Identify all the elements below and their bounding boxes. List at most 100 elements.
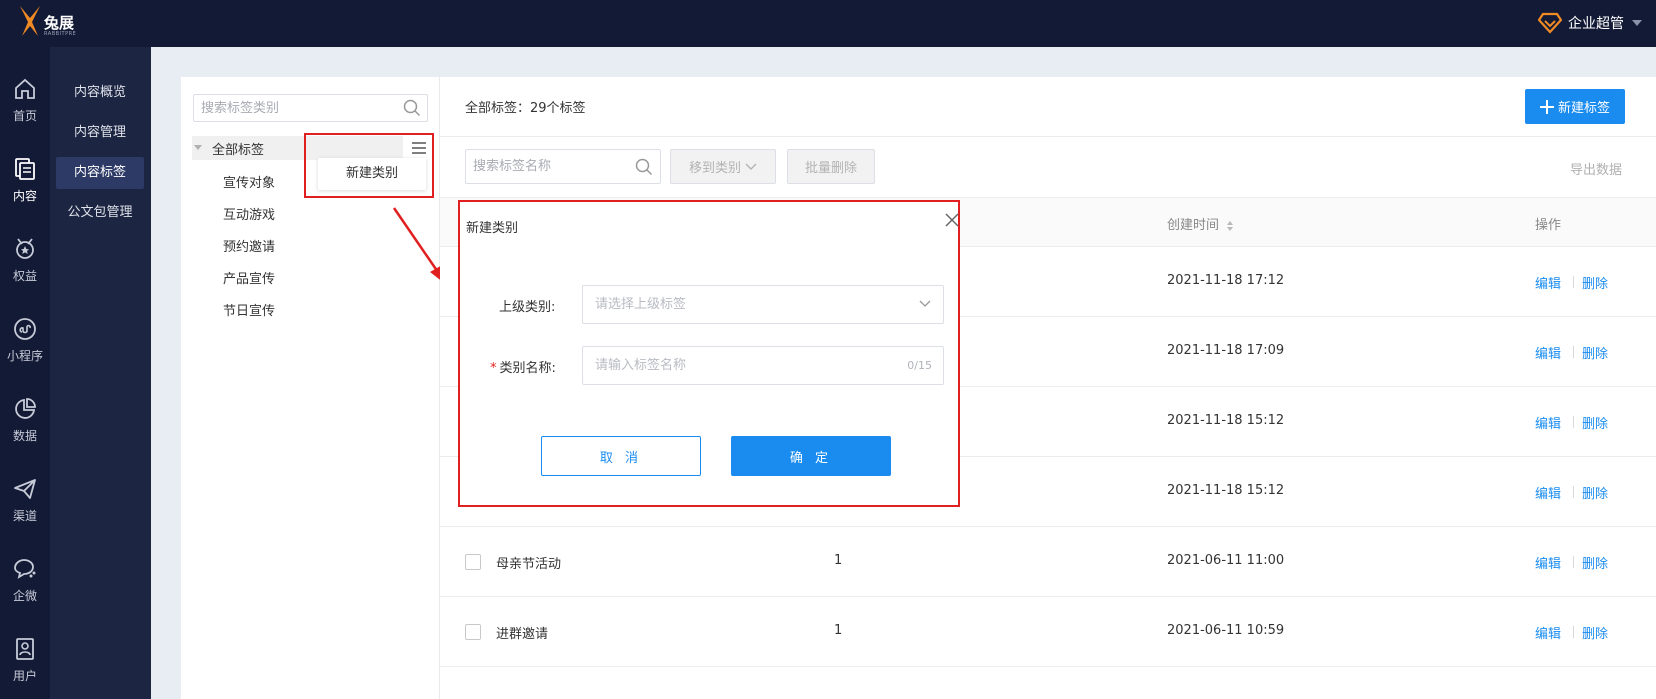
row-checkbox[interactable] (465, 624, 481, 640)
submenu-item-briefcase[interactable]: 公文包管理 (56, 197, 144, 229)
category-item-holiday[interactable]: 节日宣传 (223, 300, 275, 319)
tag-search[interactable] (465, 149, 661, 184)
category-item-product[interactable]: 产品宣传 (223, 268, 275, 287)
nav-miniprogram-label: 小程序 (6, 349, 43, 363)
nav-channel[interactable]: 渠道 (0, 473, 50, 543)
category-item-target[interactable]: 宣传对象 (223, 172, 275, 191)
created-time: 2021-06-11 11:00 (1167, 553, 1285, 568)
nav-channel-label: 渠道 (12, 509, 37, 523)
created-time: 2021-06-11 10:59 (1167, 623, 1285, 638)
table-row: 母亲节活动 1 2021-06-11 11:00 编辑 删除 (440, 527, 1656, 597)
category-name-field[interactable]: 0/15 (582, 346, 944, 385)
cancel-button[interactable]: 取 消 (541, 436, 701, 476)
nav-data[interactable]: 数据 (0, 393, 50, 463)
chat-icon (14, 559, 36, 579)
column-operation: 操作 (1535, 218, 1562, 233)
nav-benefits[interactable]: 权益 (0, 233, 50, 303)
sort-icon[interactable] (1226, 220, 1234, 232)
primary-sidebar: 首页 内容 权益 小程序 数据 渠道 企微 用户 (0, 47, 50, 699)
delete-link[interactable]: 删除 (1582, 413, 1608, 432)
popover-new-category[interactable]: 新建类别 (318, 158, 426, 190)
tag-count: 1 (834, 623, 843, 638)
nav-wecom[interactable]: 企微 (0, 553, 50, 623)
edit-link[interactable]: 编辑 (1535, 273, 1561, 292)
logo-text: 兔展 (44, 14, 75, 32)
search-icon[interactable] (403, 99, 421, 121)
edit-link[interactable]: 编辑 (1535, 553, 1561, 572)
column-created-time[interactable]: 创建时间 (1167, 214, 1234, 233)
separator (1573, 556, 1574, 568)
edit-link[interactable]: 编辑 (1535, 413, 1561, 432)
submenu-item-management[interactable]: 内容管理 (56, 117, 144, 149)
category-name-label: * 类别名称: (490, 357, 556, 376)
nav-home[interactable]: 首页 (0, 73, 50, 143)
nav-content[interactable]: 内容 (0, 153, 50, 223)
separator (1573, 416, 1574, 428)
parent-category-select[interactable] (582, 285, 944, 324)
confirm-button[interactable]: 确 定 (731, 436, 891, 476)
nav-users[interactable]: 用户 (0, 633, 50, 699)
row-checkbox[interactable] (465, 554, 481, 570)
tag-search-input[interactable] (466, 150, 626, 183)
category-search-input[interactable] (194, 95, 394, 121)
paper-plane-icon (14, 479, 36, 499)
submenu-item-overview[interactable]: 内容概览 (56, 77, 144, 109)
tag-name: 进群邀请 (496, 627, 549, 642)
category-search[interactable] (193, 94, 428, 122)
search-icon[interactable] (635, 158, 653, 180)
move-category-button[interactable]: 移到类别 (670, 149, 776, 184)
parent-category-input[interactable] (583, 286, 883, 323)
expand-caret-icon[interactable] (194, 145, 202, 150)
export-data-link[interactable]: 导出数据 (1570, 159, 1622, 178)
char-counter: 0/15 (907, 359, 932, 372)
delete-link[interactable]: 删除 (1582, 273, 1608, 292)
nav-users-label: 用户 (12, 669, 37, 683)
user-menu[interactable]: 企业超管 (1538, 10, 1642, 36)
table-row: 进群邀请 1 2021-06-11 10:59 编辑 删除 (440, 597, 1656, 667)
category-item-games[interactable]: 互动游戏 (223, 204, 275, 223)
user-card-icon (16, 638, 34, 660)
category-root-label: 全部标签 (212, 143, 265, 158)
delete-link[interactable]: 删除 (1582, 343, 1608, 362)
edit-link[interactable]: 编辑 (1535, 623, 1561, 642)
separator (1573, 486, 1574, 498)
nav-wecom-label: 企微 (12, 589, 37, 603)
pie-chart-icon (15, 398, 36, 419)
created-time: 2021-11-18 15:12 (1167, 483, 1285, 498)
submenu-item-tags[interactable]: 内容标签 (56, 157, 144, 189)
parent-category-label: 上级类别: (499, 300, 556, 315)
nav-benefits-label: 权益 (12, 269, 37, 283)
miniprogram-icon (14, 318, 36, 340)
new-tag-button[interactable]: 新建标签 (1525, 89, 1625, 124)
edit-link[interactable]: 编辑 (1535, 483, 1561, 502)
tag-name: 母亲节活动 (496, 557, 562, 572)
user-name: 企业超管 (1568, 16, 1624, 32)
new-tag-label: 新建标签 (1557, 101, 1610, 116)
logo-subtext: RABBITPRE (44, 31, 77, 37)
chevron-down-icon (919, 300, 931, 307)
divider (440, 136, 1656, 137)
plus-icon (1539, 99, 1554, 114)
chevron-down-icon (745, 163, 757, 170)
nav-content-label: 内容 (12, 189, 37, 203)
tag-total: 全部标签：29个标签 (465, 101, 586, 116)
separator (1573, 626, 1574, 638)
category-name-label-text: 类别名称: (499, 361, 556, 376)
home-icon (15, 78, 35, 99)
close-icon[interactable] (944, 212, 960, 232)
category-name-input[interactable] (583, 347, 883, 384)
tag-count: 1 (834, 553, 843, 568)
batch-delete-button[interactable]: 批量删除 (787, 149, 875, 184)
secondary-menu: 内容概览 内容管理 内容标签 公文包管理 (50, 47, 151, 699)
delete-link[interactable]: 删除 (1582, 483, 1608, 502)
created-time: 2021-11-18 17:09 (1167, 343, 1285, 358)
category-item-invitation[interactable]: 预约邀请 (223, 236, 275, 255)
delete-link[interactable]: 删除 (1582, 553, 1608, 572)
nav-miniprogram[interactable]: 小程序 (0, 313, 50, 383)
edit-link[interactable]: 编辑 (1535, 343, 1561, 362)
delete-link[interactable]: 删除 (1582, 623, 1608, 642)
top-bar: 兔展 RABBITPRE 企业超管 (0, 0, 1656, 47)
separator (1573, 276, 1574, 288)
move-category-label: 移到类别 (688, 161, 741, 176)
rabbit-logo-icon (20, 6, 40, 36)
